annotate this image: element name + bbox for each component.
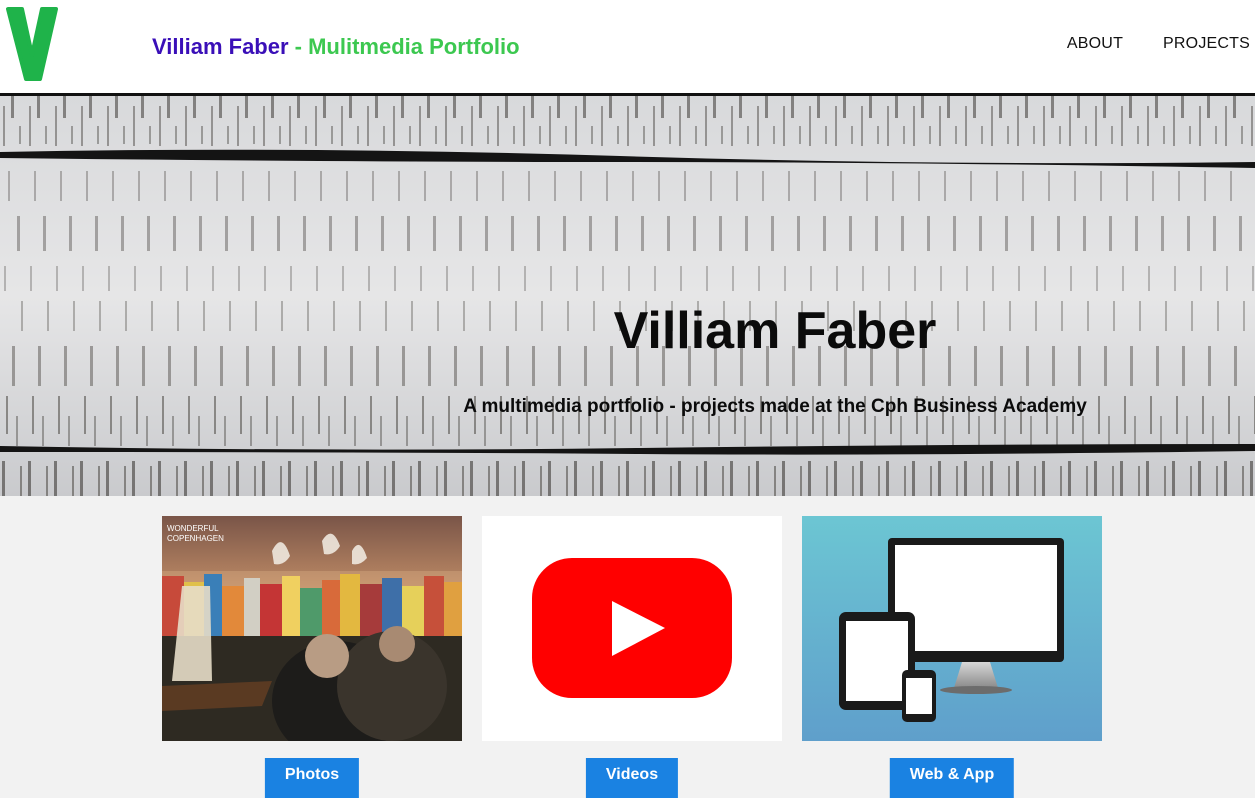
site-title-separator: - bbox=[288, 34, 309, 59]
card-photo-caption-line1: WONDERFUL bbox=[167, 524, 219, 533]
copenhagen-collage-image: WONDERFUL COPENHAGEN bbox=[162, 516, 462, 741]
site-title-subtitle: Mulitmedia Portfolio bbox=[308, 34, 520, 59]
wood-background-image bbox=[0, 96, 1255, 496]
videos-thumbnail[interactable] bbox=[482, 516, 782, 741]
videos-button[interactable]: Videos bbox=[585, 758, 679, 798]
web-app-button[interactable]: Web & App bbox=[889, 758, 1015, 798]
hero-title: Villiam Faber bbox=[613, 302, 937, 360]
site-title[interactable]: Villiam Faber - Mulitmedia Portfolio bbox=[152, 34, 520, 60]
photos-button[interactable]: Photos bbox=[264, 758, 360, 798]
logo-v-icon[interactable] bbox=[4, 3, 60, 83]
site-header: Villiam Faber - Mulitmedia Portfolio ABO… bbox=[0, 0, 1255, 96]
site-title-name: Villiam Faber bbox=[152, 34, 289, 59]
devices-icon bbox=[802, 516, 1102, 741]
card-photos: WONDERFUL COPENHAGEN Photos bbox=[162, 516, 462, 798]
card-videos: Videos bbox=[482, 516, 782, 798]
photos-thumbnail[interactable]: WONDERFUL COPENHAGEN bbox=[162, 516, 462, 741]
youtube-icon bbox=[532, 558, 732, 698]
hero-subtitle: A multimedia portfolio - projects made a… bbox=[463, 396, 1087, 417]
hero-banner: Villiam Faber A multimedia portfolio - p… bbox=[0, 96, 1255, 496]
main-nav: ABOUT PROJECTS bbox=[1067, 35, 1250, 53]
project-cards: WONDERFUL COPENHAGEN Photos Videos Web &… bbox=[162, 516, 1102, 798]
web-app-thumbnail[interactable] bbox=[802, 516, 1102, 741]
nav-projects[interactable]: PROJECTS bbox=[1163, 35, 1250, 53]
card-web-app: Web & App bbox=[802, 516, 1102, 798]
nav-about[interactable]: ABOUT bbox=[1067, 35, 1123, 53]
card-photo-caption-line2: COPENHAGEN bbox=[167, 534, 224, 543]
